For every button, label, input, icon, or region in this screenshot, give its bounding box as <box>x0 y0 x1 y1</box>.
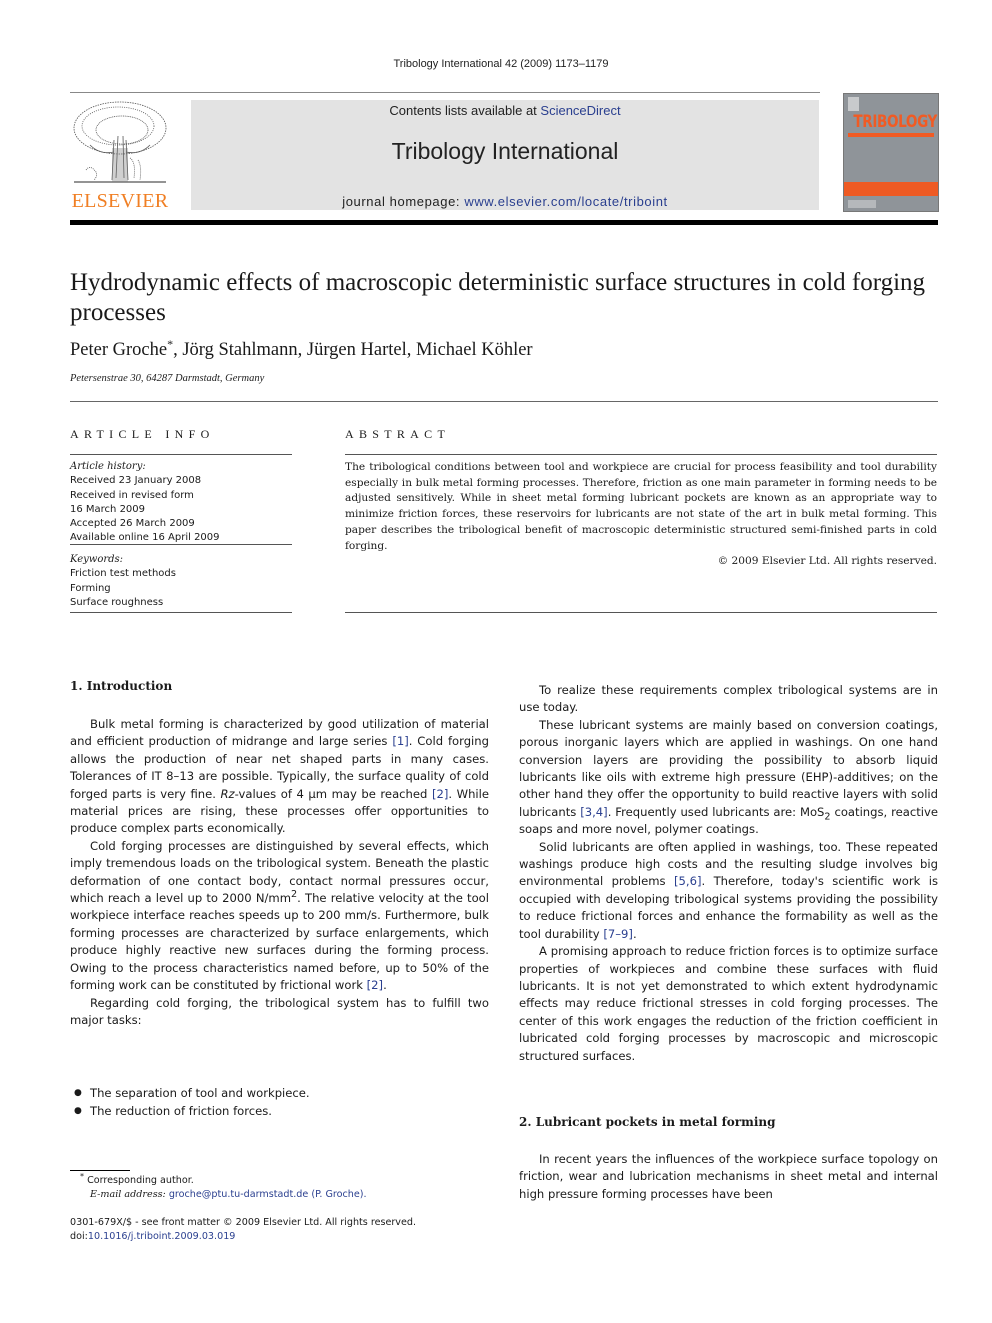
running-head: Tribology International 42 (2009) 1173–1… <box>393 58 609 70</box>
citation-link[interactable]: [1] <box>392 734 408 748</box>
history-item: Received 23 January 2008 <box>70 475 202 487</box>
keyword: Forming <box>70 582 111 594</box>
homepage-prefix: journal homepage: <box>342 194 465 209</box>
divider <box>70 544 292 545</box>
journal-banner: Contents lists available at ScienceDirec… <box>191 100 819 210</box>
author-name[interactable]: Peter Groche <box>70 340 167 360</box>
elsevier-tree-icon <box>73 101 167 183</box>
section-heading-lubricant-pockets: 2. Lubricant pockets in metal forming <box>519 1115 776 1129</box>
paragraph: Bulk metal forming is characterized by g… <box>70 717 489 836</box>
author-name[interactable]: Jörg Stahlmann <box>182 340 297 360</box>
list-item: The reduction of friction forces. <box>74 1102 310 1120</box>
abstract-heading: ABSTRACT <box>345 427 451 441</box>
article-history: Article history: Received 23 January 200… <box>70 460 300 546</box>
author-list: Peter Groche*, Jörg Stahlmann, Jürgen Ha… <box>70 336 533 360</box>
article-title: Hydrodynamic effects of macroscopic dete… <box>70 269 926 326</box>
paragraph: In recent years the influences of the wo… <box>519 1152 938 1201</box>
right-column: To realize these requirements complex tr… <box>519 682 938 1065</box>
masthead-thick-rule <box>70 220 938 225</box>
email-owner[interactable]: (P. Groche). <box>311 1189 366 1200</box>
citation-link[interactable]: [2] <box>367 978 383 992</box>
journal-cover-thumbnail[interactable]: TRIBOLOGY <box>843 93 939 212</box>
citation-link[interactable]: [2] <box>432 787 448 801</box>
task-list: The separation of tool and workpiece. Th… <box>74 1084 310 1120</box>
citation-link[interactable]: [3,4] <box>580 805 607 819</box>
contents-line: Contents lists available at ScienceDirec… <box>191 103 819 118</box>
corresponding-author-note: * Corresponding author. <box>80 1171 194 1186</box>
paragraph: These lubricant systems are mainly based… <box>519 717 939 837</box>
paragraph: Regarding cold forging, the tribological… <box>70 995 489 1027</box>
front-matter: 0301-679X/$ - see front matter © 2009 El… <box>70 1216 416 1244</box>
elsevier-logo[interactable]: ELSEVIER <box>70 100 170 212</box>
divider <box>70 401 938 402</box>
cover-publisher-icon <box>848 97 859 111</box>
cover-footer-logo <box>848 200 876 208</box>
journal-name: Tribology International <box>391 138 619 164</box>
divider <box>70 454 292 455</box>
history-item: Accepted 26 March 2009 <box>70 518 195 530</box>
left-column: Bulk metal forming is characterized by g… <box>70 716 489 1029</box>
corresponding-mark[interactable]: * <box>167 337 173 351</box>
homepage-line: journal homepage: www.elsevier.com/locat… <box>191 194 819 209</box>
issn-line: 0301-679X/$ - see front matter © 2009 El… <box>70 1217 417 1228</box>
article-info-heading: ARTICLE INFO <box>70 427 215 441</box>
citation-link[interactable]: [7–9] <box>603 927 633 941</box>
footnote-rule <box>70 1170 130 1171</box>
abstract-copyright: © 2009 Elsevier Ltd. All rights reserved… <box>717 555 937 567</box>
homepage-link[interactable]: www.elsevier.com/locate/triboint <box>464 194 667 209</box>
email-link[interactable]: groche@ptu.tu-darmstadt.de <box>169 1189 308 1200</box>
keyword: Friction test methods <box>70 568 176 580</box>
keywords-label: Keywords: <box>70 554 124 565</box>
paragraph: Cold forging processes are distinguished… <box>70 838 489 993</box>
paragraph: A promising approach to reduce friction … <box>519 944 938 1063</box>
divider <box>345 612 937 613</box>
paragraph: To realize these requirements complex tr… <box>519 683 938 715</box>
contents-prefix: Contents lists available at <box>389 103 541 118</box>
history-item: Received in revised form <box>70 489 194 501</box>
sciencedirect-link[interactable]: ScienceDirect <box>540 103 620 118</box>
abstract-text: The tribological conditions between tool… <box>345 461 937 552</box>
list-item: The separation of tool and workpiece. <box>74 1084 310 1102</box>
footnote: * Corresponding author. E-mail address: … <box>80 1171 367 1202</box>
author-name[interactable]: Jürgen Hartel <box>307 340 407 360</box>
divider <box>70 612 292 613</box>
history-item: 16 March 2009 <box>70 503 146 515</box>
cover-subtitle-strip <box>848 133 934 137</box>
section-heading-introduction: 1. Introduction <box>70 679 173 693</box>
paragraph: Solid lubricants are often applied in wa… <box>519 839 938 941</box>
email-note: E-mail address: groche@ptu.tu-darmstadt.… <box>90 1189 367 1200</box>
keyword: Surface roughness <box>70 596 164 608</box>
section-2-body: In recent years the influences of the wo… <box>519 1151 938 1203</box>
divider <box>345 454 937 455</box>
top-rule <box>70 92 820 93</box>
doi-line: doi:10.1016/j.triboint.2009.03.019 <box>70 1231 236 1242</box>
citation-link[interactable]: [5,6] <box>674 874 701 888</box>
cover-title: TRIBOLOGY <box>853 112 937 132</box>
affiliation: Petersenstrae 30, 64287 Darmstadt, Germa… <box>70 373 265 384</box>
author-name[interactable]: Michael Köhler <box>416 340 533 360</box>
cover-orange-band <box>844 182 938 196</box>
doi-link[interactable]: 10.1016/j.triboint.2009.03.019 <box>88 1231 236 1242</box>
history-label: Article history: <box>70 461 146 472</box>
keywords: Keywords: Friction test methods Forming … <box>70 553 300 610</box>
elsevier-wordmark: ELSEVIER <box>71 190 169 212</box>
